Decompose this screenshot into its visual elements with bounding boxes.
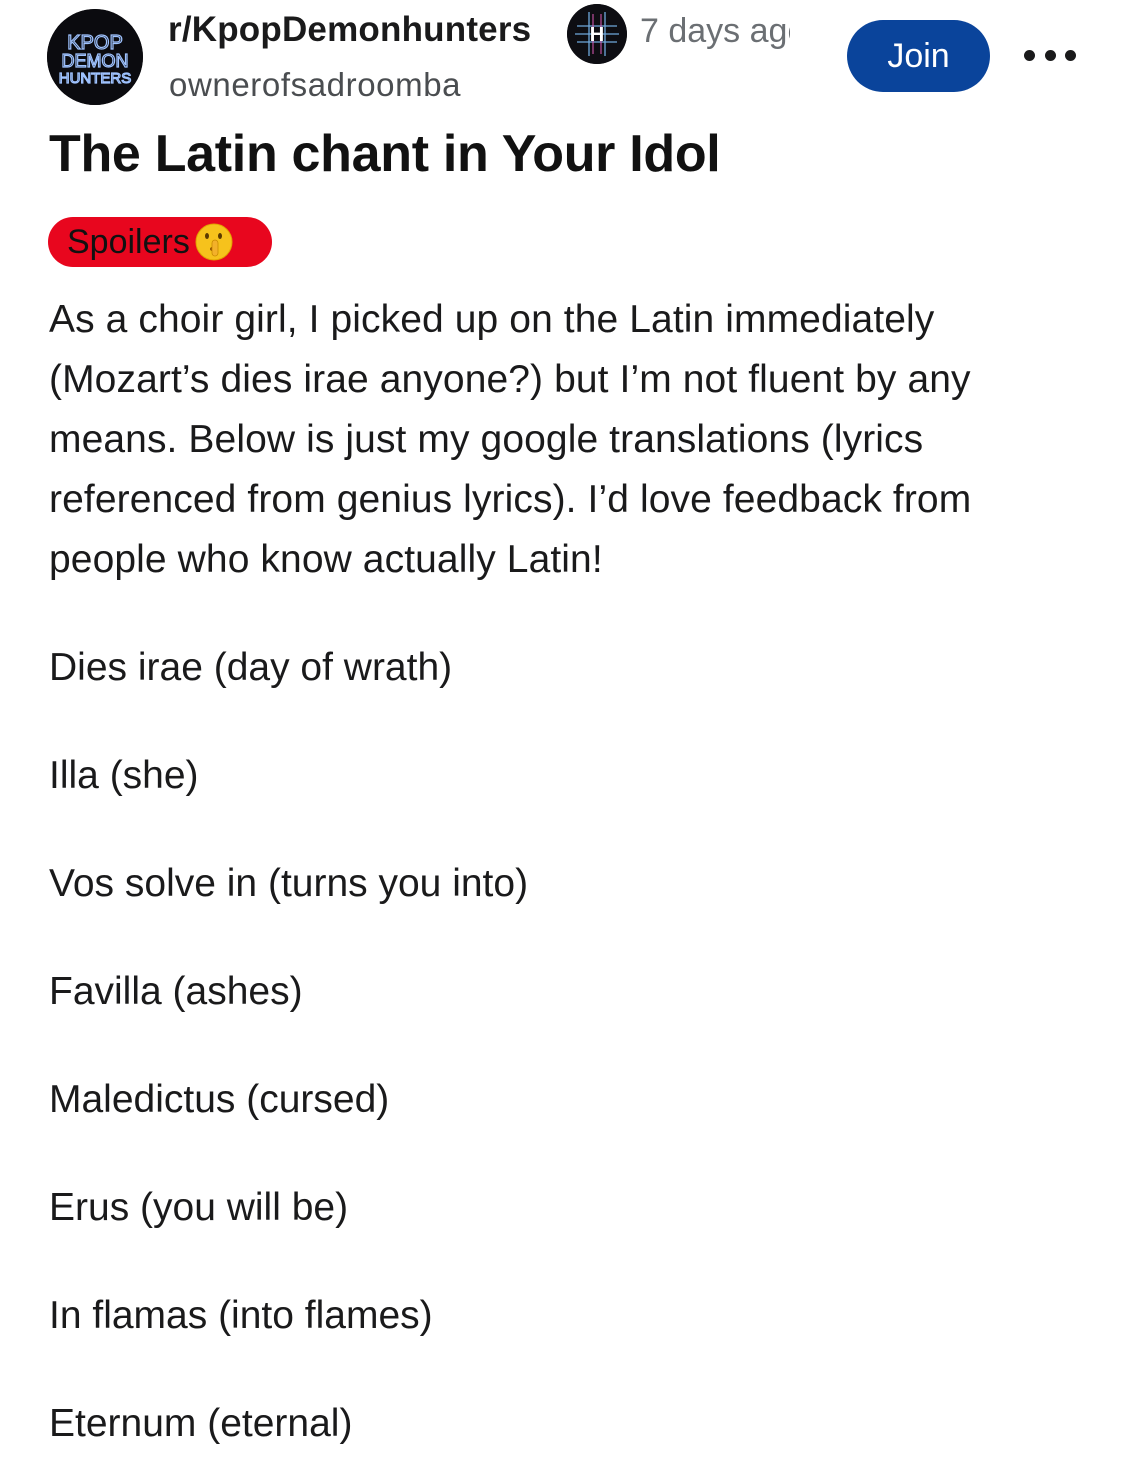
lyric-line: Illa (she)	[49, 754, 199, 797]
spoilers-flair[interactable]: Spoilers	[48, 217, 272, 267]
post-body: As a choir girl, I picked up on the Lati…	[49, 298, 972, 581]
join-button[interactable]: Join	[847, 20, 990, 92]
svg-text:H: H	[590, 24, 604, 46]
lyric-line: Vos solve in (turns you into)	[49, 862, 529, 905]
lyric-line: Eternum (eternal)	[49, 1402, 353, 1445]
user-flair-icon: H	[567, 4, 627, 64]
lyric-line: Dies irae (day of wrath)	[49, 646, 453, 689]
lyric-line: Maledictus (cursed)	[49, 1078, 390, 1121]
lyric-line: Erus (you will be)	[49, 1186, 349, 1229]
more-horizontal-icon	[1024, 49, 1035, 61]
post-title[interactable]: The Latin chant in Your Idol	[49, 124, 721, 184]
kpop-demon-hunters-logo: KPOP DEMON HUNTERS	[47, 9, 143, 105]
post-author[interactable]: ownerofsadroomba	[169, 66, 461, 104]
subreddit-avatar[interactable]: KPOP DEMON HUNTERS	[47, 9, 143, 105]
post-timestamp: 7 days ago	[640, 12, 790, 50]
shushing-face-icon	[195, 223, 233, 261]
lyric-line: In flamas (into flames)	[49, 1294, 433, 1337]
lyric-line: Favilla (ashes)	[49, 970, 303, 1013]
more-horizontal-icon	[1065, 49, 1076, 61]
post-header: KPOP DEMON HUNTERS r/KpopDemonhunters H …	[0, 0, 1125, 110]
avatar-line-2: DEMON	[62, 51, 129, 71]
more-horizontal-icon	[1044, 49, 1056, 61]
flair-label: Spoilers	[67, 222, 190, 261]
avatar-line-3: HUNTERS	[59, 70, 132, 87]
subreddit-name[interactable]: r/KpopDemonhunters	[168, 10, 531, 50]
more-options-button[interactable]	[1024, 40, 1076, 70]
